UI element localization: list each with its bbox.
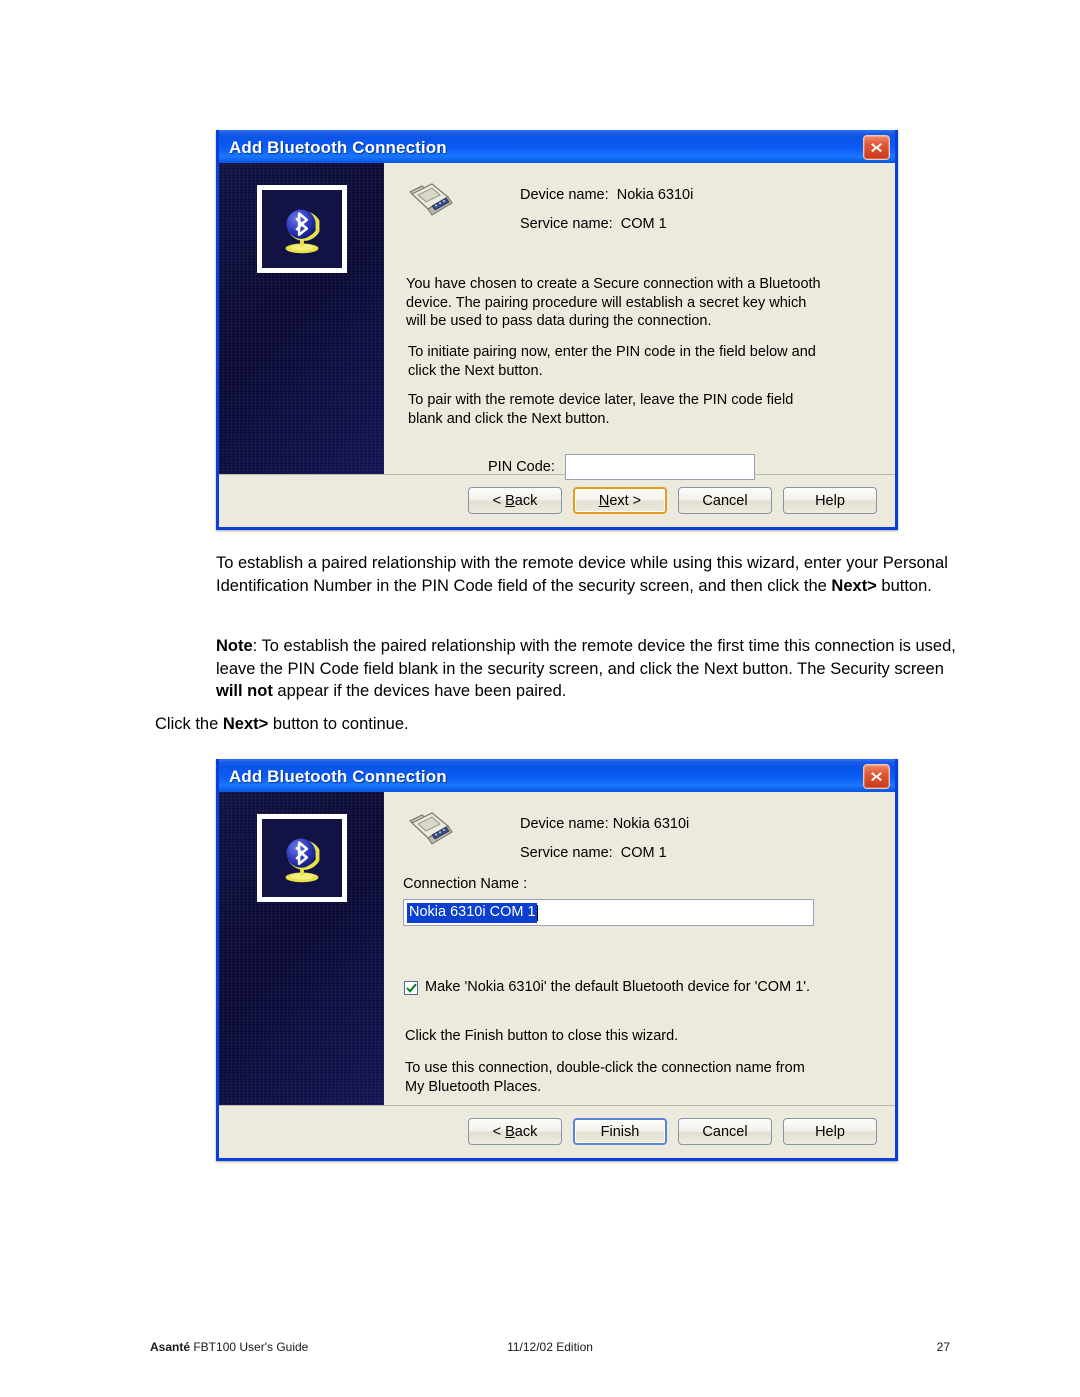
device-name-label: Device name: <box>520 187 609 203</box>
service-header: Device name: Nokia 6310i Service name: C… <box>384 163 895 239</box>
click-bold-next: Next> <box>222 715 269 733</box>
paragraph-note: Note: To establish the paired relationsh… <box>216 635 961 703</box>
service-name-value: COM 1 <box>620 845 667 861</box>
note-bold-willnot: will not <box>216 682 273 700</box>
dialog-title: Add Bluetooth Connection <box>229 137 447 157</box>
next-button[interactable]: Next > <box>573 487 667 514</box>
serial-port-icon <box>402 179 458 227</box>
service-name-value: COM 1 <box>620 216 667 232</box>
connection-name-input[interactable]: Nokia 6310i COM 1 <box>403 899 814 926</box>
footer-brand: Asanté <box>150 1340 191 1354</box>
next-accel: N <box>598 492 610 509</box>
back-accel: B <box>505 492 515 509</box>
dialog-body: Device name: Nokia 6310i Service name: C… <box>219 792 895 1105</box>
connection-name-value: Nokia 6310i COM 1 <box>407 902 537 923</box>
pin-code-label: PIN Code: <box>488 459 555 475</box>
back-accel: B <box>505 1123 515 1140</box>
cancel-button[interactable]: Cancel <box>678 1118 772 1145</box>
add-bluetooth-connection-dialog-finish[interactable]: Add Bluetooth Connection Device name: No… <box>216 759 898 1161</box>
default-device-checkbox-label: Make 'Nokia 6310i' the default Bluetooth… <box>425 979 811 995</box>
service-name-label: Service name: <box>520 216 613 232</box>
finish-paragraph-1: Click the Finish button to close this wi… <box>405 1028 679 1044</box>
finish-button[interactable]: Finish <box>573 1118 667 1145</box>
device-name-row: Device name: Nokia 6310i <box>520 181 693 210</box>
device-name-label: Device name: <box>520 816 609 832</box>
default-device-checkbox-row[interactable]: Make 'Nokia 6310i' the default Bluetooth… <box>404 979 824 995</box>
device-name-value: Nokia 6310i <box>612 816 690 832</box>
bluetooth-globe-icon <box>256 185 347 273</box>
security-paragraph-1: You have chosen to create a Secure conne… <box>406 276 821 329</box>
dialog-button-bar-finish: < Back Finish Cancel Help <box>219 1105 895 1157</box>
dialog-titlebar[interactable]: Add Bluetooth Connection <box>219 759 895 792</box>
close-icon[interactable] <box>863 764 890 789</box>
wizard-side-panel <box>219 163 384 474</box>
note-label: Note <box>216 637 253 655</box>
paragraph-click-next: Click the Next> button to continue. <box>155 713 755 736</box>
service-header-labels: Device name: Nokia 6310i Service name: C… <box>458 806 689 868</box>
add-bluetooth-connection-dialog-security[interactable]: Add Bluetooth Connection Device name: No… <box>216 130 898 530</box>
security-paragraph-3: To pair with the remote device later, le… <box>408 392 794 427</box>
cancel-button[interactable]: Cancel <box>678 487 772 514</box>
pin-code-field-row: PIN Code: <box>488 454 755 480</box>
default-device-checkbox[interactable] <box>404 981 418 995</box>
serial-port-icon <box>402 808 458 856</box>
service-name-label: Service name: <box>520 845 613 861</box>
footer-page-number: 27 <box>936 1340 950 1354</box>
dialog-titlebar[interactable]: Add Bluetooth Connection <box>219 130 895 163</box>
service-name-row: Service name: COM 1 <box>520 210 693 239</box>
back-button[interactable]: < Back <box>468 487 562 514</box>
wizard-content-security: Device name: Nokia 6310i Service name: C… <box>384 163 895 480</box>
text-caret <box>536 904 538 921</box>
service-header-labels: Device name: Nokia 6310i Service name: C… <box>458 177 693 239</box>
close-icon[interactable] <box>863 135 890 160</box>
paragraph-establish-pairing: To establish a paired relationship with … <box>216 552 956 597</box>
service-name-row: Service name: COM 1 <box>520 839 689 868</box>
device-name-row: Device name: Nokia 6310i <box>520 810 689 839</box>
page-footer: Asanté FBT100 User's Guide 11/12/02 Edit… <box>150 1340 950 1354</box>
service-header: Device name: Nokia 6310i Service name: C… <box>384 792 895 868</box>
footer-edition: 11/12/02 Edition <box>507 1340 593 1354</box>
dialog-button-bar-security: < Back Next > Cancel Help <box>219 474 895 526</box>
click-text-a: Click the <box>155 715 223 733</box>
note-text-a: : To establish the paired relationship w… <box>216 637 956 678</box>
help-button[interactable]: Help <box>783 487 877 514</box>
connection-name-label: Connection Name : <box>403 876 528 892</box>
click-text-c: button to continue. <box>268 715 409 733</box>
wizard-content-finish: Device name: Nokia 6310i Service name: C… <box>384 792 895 1105</box>
dialog-body: Device name: Nokia 6310i Service name: C… <box>219 163 895 480</box>
dialog-title: Add Bluetooth Connection <box>229 766 447 786</box>
finish-paragraph-2: To use this connection, double-click the… <box>405 1060 805 1095</box>
footer-guide-title: FBT100 User's Guide <box>190 1340 309 1354</box>
footer-left: Asanté FBT100 User's Guide <box>150 1340 308 1354</box>
prose1-text-b: button. <box>876 576 932 595</box>
device-name-value: Nokia 6310i <box>616 187 694 203</box>
pin-code-input[interactable] <box>564 454 755 480</box>
help-button[interactable]: Help <box>783 1118 877 1145</box>
wizard-side-panel <box>219 792 384 1105</box>
prose1-bold-next: Next> <box>831 576 877 595</box>
check-icon <box>405 983 417 993</box>
security-paragraph-2: To initiate pairing now, enter the PIN c… <box>408 344 816 379</box>
back-button[interactable]: < Back <box>468 1118 562 1145</box>
note-text-c: appear if the devices have been paired. <box>272 682 567 700</box>
bluetooth-globe-icon <box>256 814 347 902</box>
